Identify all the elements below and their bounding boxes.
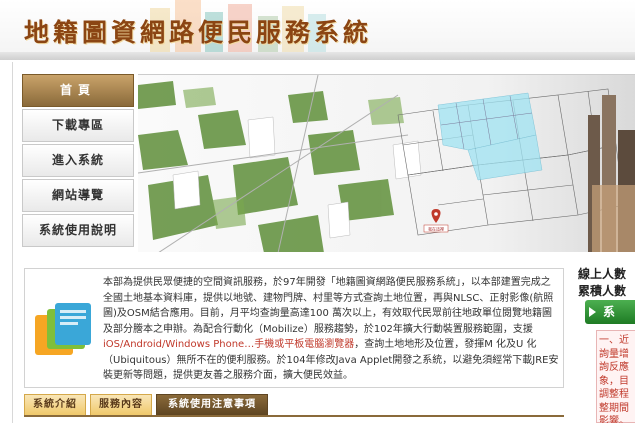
system-notice-box: 一、近 詢量增 詢反應 象，目 調整程 整期間 影響。	[596, 330, 635, 423]
description-part1: 本部為提供民眾便捷的空間資訊服務，於97年開發「地籍圖資網路便民服務系統」，以本…	[103, 277, 554, 335]
tab-usage-notes[interactable]: 系統使用注意事項	[156, 394, 268, 415]
site-header: 地籍圖資網路便民服務系統	[0, 0, 635, 60]
notice-line: 詢反應	[599, 362, 629, 373]
nav-item-download[interactable]: 下載專區	[22, 109, 134, 142]
notice-line: 一、近	[599, 335, 629, 346]
tab-system-intro[interactable]: 系統介紹	[24, 394, 86, 415]
system-notice-button-label: 系	[603, 305, 616, 319]
notice-line: 象，目	[599, 375, 629, 387]
pin-label: 我在這裡	[428, 226, 444, 232]
cadastral-map-illustration: 我在這裡	[138, 75, 635, 252]
documents-icon	[35, 303, 91, 355]
header-divider	[0, 52, 635, 60]
banner-image: 我在這裡	[138, 74, 635, 252]
notice-line: 整期間	[599, 402, 629, 414]
tab-service-content[interactable]: 服務內容	[90, 394, 152, 415]
nav-item-home[interactable]: 首頁	[22, 74, 134, 107]
right-panel: 線上人數 累積人數 系 一、近 詢量增 詢反應 象，目 調整程 整期間 影響。	[572, 262, 635, 423]
site-title: 地籍圖資網路便民服務系統	[24, 18, 373, 47]
nav-item-sitemap[interactable]: 網站導覽	[22, 179, 134, 212]
description-highlight: iOS/Android/Windows Phone…手機或平板電腦瀏覽器	[103, 339, 355, 350]
nav-item-enter-system[interactable]: 進入系統	[22, 144, 134, 177]
online-users-label: 線上人數	[578, 267, 627, 281]
system-notice-button[interactable]: 系	[585, 300, 635, 324]
nav-item-user-guide[interactable]: 系統使用說明	[22, 214, 134, 247]
description-box: 本部為提供民眾便捷的空間資訊服務，於97年開發「地籍圖資網路便民服務系統」，以本…	[24, 268, 564, 388]
notice-line: 調整程	[599, 389, 629, 400]
notice-line: 影響。	[599, 416, 629, 423]
tabs-underline	[24, 415, 564, 417]
main-nav: 首頁 下載專區 進入系統 網站導覽 系統使用說明	[22, 74, 134, 249]
total-users-label: 累積人數	[578, 284, 627, 298]
description-text: 本部為提供民眾便捷的空間資訊服務，於97年開發「地籍圖資網路便民服務系統」，以本…	[103, 275, 559, 384]
notice-line: 詢量增	[599, 348, 629, 360]
